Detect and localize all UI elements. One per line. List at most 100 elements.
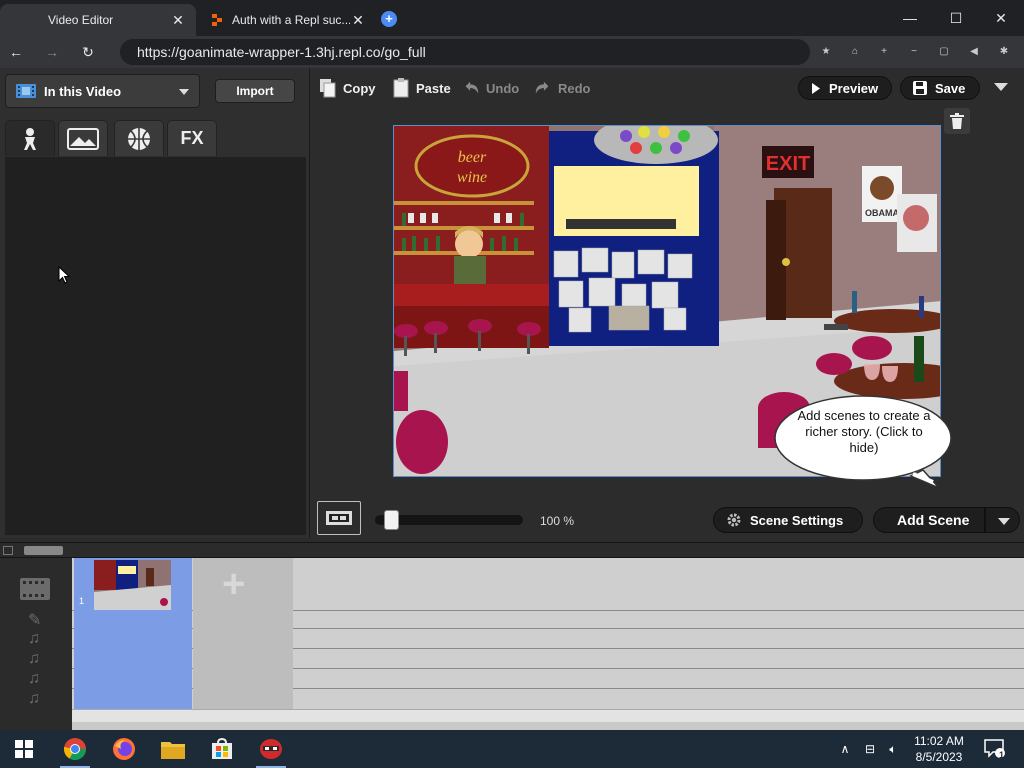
undo-label: Undo	[486, 80, 520, 96]
asset-panel: In this Video Import FX	[0, 68, 310, 538]
scene-thumbnail[interactable]	[94, 560, 171, 610]
import-button[interactable]: Import	[215, 79, 295, 103]
add-scene-menu-button[interactable]	[985, 507, 1020, 533]
asset-list-area[interactable]	[5, 157, 306, 535]
minus-icon[interactable]: −	[906, 44, 922, 60]
timeline-scrollbar[interactable]	[72, 709, 1024, 722]
firefox-icon	[113, 738, 135, 760]
poster-text: OBAMA	[865, 208, 899, 218]
tab-fx[interactable]: FX	[167, 120, 217, 156]
tab-auth-repl[interactable]: Auth with a Repl suc... ✕	[196, 4, 376, 36]
clock-time: 11:02 AM	[914, 734, 964, 748]
goanimate-app-icon	[260, 739, 282, 759]
network-icon[interactable]: ⊟	[860, 736, 880, 762]
chevron-down-icon[interactable]	[994, 83, 1008, 93]
folder-icon	[161, 742, 185, 759]
new-tab-button[interactable]: +	[381, 11, 397, 27]
start-button[interactable]	[11, 736, 37, 762]
music-note-icon: ♫	[28, 630, 40, 647]
trash-icon	[950, 113, 964, 129]
minimize-button[interactable]: —	[887, 0, 933, 36]
timeline-header	[0, 542, 1024, 558]
settings-icon[interactable]: ✱	[996, 44, 1012, 60]
timeline-collapse-button[interactable]	[3, 546, 13, 555]
address-bar[interactable]: https://goanimate-wrapper-1.3hj.repl.co/…	[120, 39, 810, 65]
tip-bubble-text: Add scenes to create a richer story. (Cl…	[797, 408, 931, 455]
back-button[interactable]: ←	[6, 42, 26, 62]
zoom-level: 100 %	[540, 514, 575, 528]
scene-number: 1	[79, 596, 85, 606]
tab-backgrounds[interactable]	[58, 120, 108, 156]
store-icon	[212, 738, 232, 759]
goanimate-taskbar-button[interactable]	[258, 736, 284, 762]
clock-date: 8/5/2023	[915, 750, 963, 764]
tip-bubble[interactable]: Add scenes to create a richer story. (Cl…	[773, 394, 955, 489]
preview-label: Preview	[829, 80, 879, 96]
asset-source-label: In this Video	[44, 83, 122, 99]
exit-sign-text: EXIT	[766, 153, 810, 175]
delete-button[interactable]	[944, 108, 970, 134]
star-icon[interactable]: ★	[818, 44, 834, 60]
add-scene-button[interactable]: Add Scene	[873, 507, 985, 533]
background-icon	[67, 127, 99, 150]
firefox-taskbar-button[interactable]	[111, 736, 137, 762]
undo-button[interactable]: Undo	[462, 78, 519, 98]
notifications-button[interactable]: 1	[980, 736, 1010, 762]
play-icon	[812, 82, 820, 94]
tab-props[interactable]	[114, 120, 164, 156]
square-icon[interactable]: ▢	[936, 44, 952, 60]
add-scene-label: Add Scene	[897, 512, 970, 528]
close-window-button[interactable]: ✕	[978, 0, 1024, 36]
tab-characters[interactable]	[5, 120, 55, 156]
preview-button[interactable]: Preview	[798, 76, 892, 100]
bar-sign-text: wine	[457, 169, 487, 186]
add-icon[interactable]: +	[876, 44, 892, 60]
music-note-icon: ♫	[28, 650, 40, 667]
browser-tab-bar: Video Editor ✕ Auth with a Repl suc... ✕…	[0, 0, 1024, 36]
store-taskbar-button[interactable]	[209, 736, 235, 762]
scene-thumbnail-button[interactable]	[317, 501, 361, 535]
scene-settings-label: Scene Settings	[750, 512, 844, 528]
reload-button[interactable]: ↻	[78, 42, 98, 62]
notification-count: 1	[999, 750, 1005, 760]
chevron-down-icon	[179, 89, 189, 95]
forward-button[interactable]: →	[42, 42, 62, 62]
scene-thumbnail-icon	[326, 511, 352, 525]
zoom-slider-handle[interactable]	[384, 510, 399, 530]
paste-label: Paste	[416, 80, 451, 96]
chrome-icon	[64, 738, 86, 760]
stage-toolbar: Copy Paste Undo Redo Preview Save	[310, 68, 1024, 108]
chrome-taskbar-button[interactable]	[62, 736, 88, 762]
paste-button[interactable]: Paste	[392, 78, 451, 98]
windows-taskbar: ∧ ⊟ 🔈︎ 11:02 AM 8/5/2023 1	[0, 730, 1024, 768]
chevron-up-icon[interactable]: ∧	[836, 736, 854, 762]
redo-label: Redo	[558, 80, 591, 96]
redo-icon	[535, 81, 549, 94]
copy-icon	[320, 79, 336, 98]
replit-favicon-icon	[212, 14, 222, 26]
volume-icon[interactable]: 🔈︎	[883, 736, 903, 762]
save-icon	[913, 81, 927, 95]
system-clock[interactable]: 11:02 AM 8/5/2023	[904, 733, 974, 765]
windows-logo-icon	[15, 740, 33, 758]
paste-icon	[393, 78, 409, 98]
copy-button[interactable]: Copy	[319, 78, 376, 98]
maximize-button[interactable]: ☐	[933, 0, 979, 36]
tab-title: Video Editor	[48, 13, 114, 27]
redo-button[interactable]: Redo	[534, 78, 591, 98]
tab-title: Auth with a Repl suc...	[232, 13, 350, 27]
scene-settings-button[interactable]: Scene Settings	[713, 507, 863, 533]
pen-icon: ✎	[28, 612, 42, 629]
close-icon[interactable]: ✕	[350, 12, 366, 28]
asset-source-dropdown[interactable]: In this Video	[5, 74, 200, 108]
sound-icon[interactable]: ◀	[966, 44, 982, 60]
file-explorer-taskbar-button[interactable]	[160, 736, 186, 762]
save-button[interactable]: Save	[900, 76, 980, 100]
copy-label: Copy	[343, 80, 376, 96]
close-icon[interactable]: ✕	[170, 12, 186, 28]
music-note-icon: ♫	[28, 690, 40, 707]
timeline-zoom-control[interactable]	[24, 546, 63, 555]
home-icon[interactable]: ⌂	[847, 44, 863, 60]
mouse-cursor-icon	[58, 266, 70, 284]
tab-video-editor[interactable]: Video Editor ✕	[0, 4, 196, 36]
